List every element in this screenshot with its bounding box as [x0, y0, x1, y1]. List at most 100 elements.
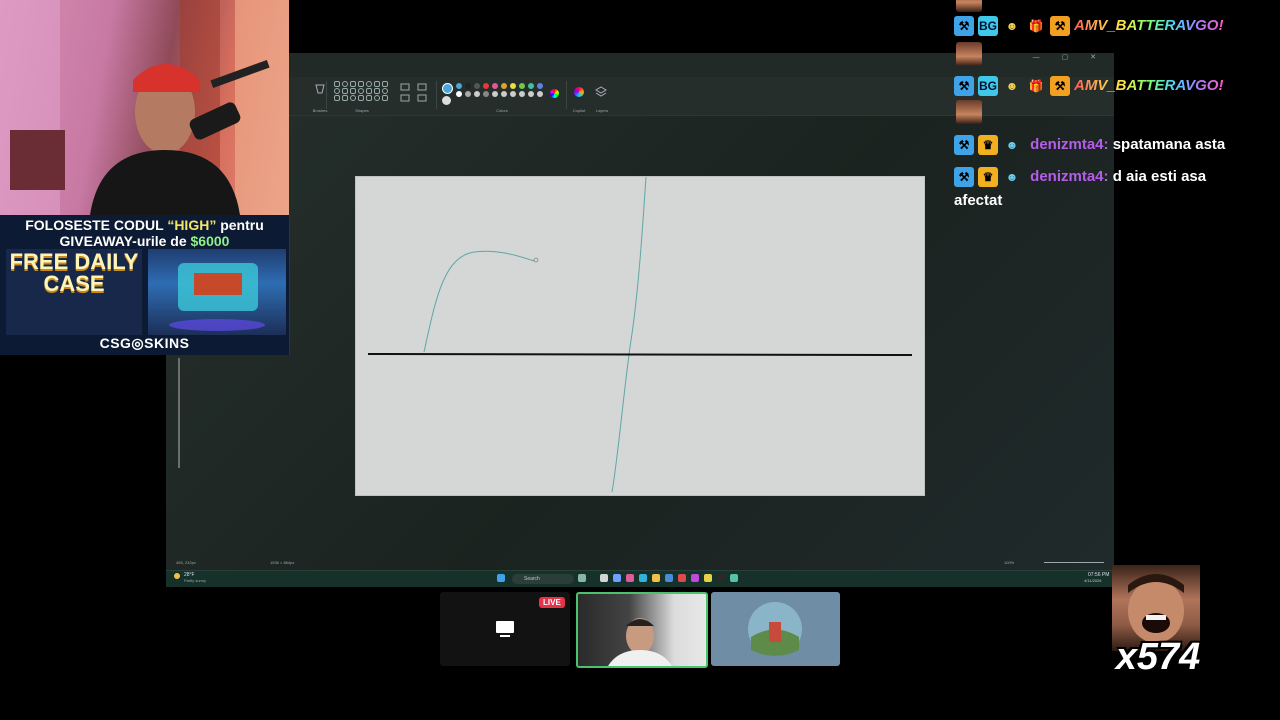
- taskbar-search-label: Search: [524, 576, 540, 582]
- shape-tool[interactable]: [350, 81, 356, 87]
- shape-tool[interactable]: [358, 81, 364, 87]
- color-palette[interactable]: [456, 83, 544, 97]
- shape-tool[interactable]: [334, 95, 340, 101]
- guest-avatar-tile[interactable]: [711, 592, 840, 666]
- layers-icon: [595, 86, 607, 97]
- shape-tool[interactable]: [358, 95, 364, 101]
- edit-colors-icon[interactable]: [550, 89, 559, 98]
- shape-tool[interactable]: [374, 81, 380, 87]
- chat-username[interactable]: AMV_BATTERAVGO!: [1074, 77, 1223, 94]
- shapes-label: Shapes: [355, 108, 369, 113]
- app-icon-1[interactable]: [626, 574, 634, 582]
- taskbar-search[interactable]: Search: [512, 574, 574, 584]
- shape-tool[interactable]: [342, 81, 348, 87]
- sponsor-text: FOLOSESTE CODUL: [25, 217, 168, 233]
- moderator-badge-icon: ⚒: [954, 76, 974, 97]
- color-swatch[interactable]: [528, 83, 534, 89]
- brushes-group[interactable]: Brushes: [310, 81, 330, 113]
- case-icon: [169, 263, 265, 331]
- hammer-badge-icon: ⚒: [1050, 76, 1070, 97]
- shape-tool[interactable]: [358, 88, 364, 94]
- color-swatch[interactable]: [465, 91, 471, 97]
- color-swatch[interactable]: [537, 83, 543, 89]
- color-swatch[interactable]: [474, 83, 480, 89]
- start-icon[interactable]: [497, 574, 505, 582]
- sponsor-giveaway-line: GIVEAWAY-urile de $6000: [0, 233, 289, 249]
- color-swatch[interactable]: [465, 83, 471, 89]
- widgets-icon[interactable]: [600, 574, 608, 582]
- shape-tool[interactable]: [350, 95, 356, 101]
- color-swatch[interactable]: [492, 91, 498, 97]
- outline-fill-group[interactable]: [398, 81, 438, 111]
- chat-username[interactable]: denizmta4:: [1030, 136, 1108, 153]
- color-swatch[interactable]: [510, 83, 516, 89]
- app-icon-4[interactable]: [704, 574, 712, 582]
- shape-tool[interactable]: [366, 81, 372, 87]
- shape-tool[interactable]: [366, 88, 372, 94]
- shape-tool[interactable]: [382, 95, 388, 101]
- colors-group[interactable]: Colors: [442, 81, 562, 113]
- chat-app-icon[interactable]: [613, 574, 621, 582]
- color-swatch[interactable]: [483, 91, 489, 97]
- primary-color[interactable]: [442, 83, 453, 94]
- edge-icon[interactable]: [639, 574, 647, 582]
- shape-tool[interactable]: [374, 88, 380, 94]
- canvas-size: 1536 × 864px: [270, 560, 295, 565]
- chat-overlay: ⚒ BG ☻ 🎁 ⚒ AMV_BATTERAVGO! ⚒ BG ☻ 🎁 ⚒ AMV_BATTERAV…: [950, 0, 1280, 230]
- shape-tool[interactable]: [334, 88, 340, 94]
- shape-tool[interactable]: [334, 81, 340, 87]
- shape-tool[interactable]: [366, 95, 372, 101]
- brushes-label: Brushes: [312, 108, 328, 113]
- shapes-grid[interactable]: [334, 81, 390, 101]
- color-swatch[interactable]: [519, 91, 525, 97]
- chat-message: ⚒ BG ☻ 🎁 ⚒ AMV_BATTERAVGO!: [954, 74, 1274, 98]
- shapes-group[interactable]: Shapes: [334, 81, 390, 113]
- zoom-level[interactable]: 100%: [1004, 560, 1014, 565]
- shape-tool[interactable]: [382, 81, 388, 87]
- shape-tool[interactable]: [342, 88, 348, 94]
- sponsor-banner[interactable]: FOLOSESTE CODUL “HIGH” pentru GIVEAWAY-u…: [0, 215, 290, 355]
- copilot-group[interactable]: Copilot: [570, 81, 588, 113]
- shape-tool[interactable]: [374, 95, 380, 101]
- guest-camera-tile[interactable]: [576, 592, 708, 668]
- bg-badge-icon: BG: [978, 76, 998, 97]
- file-explorer-icon[interactable]: [652, 574, 660, 582]
- chat-username[interactable]: AMV_BATTERAVGO!: [1074, 17, 1223, 34]
- color-swatch[interactable]: [456, 91, 462, 97]
- app-icon-5[interactable]: [717, 574, 725, 582]
- brush-icon: [315, 84, 325, 94]
- shape-tool[interactable]: [350, 88, 356, 94]
- color-swatch[interactable]: [483, 83, 489, 89]
- color-swatch[interactable]: [456, 83, 462, 89]
- color-swatch[interactable]: [474, 91, 480, 97]
- chat-text: spatamana asta: [1112, 136, 1226, 153]
- paint-taskbar-icon[interactable]: [730, 574, 738, 582]
- layers-group[interactable]: Layers: [594, 81, 610, 113]
- color-swatch[interactable]: [528, 91, 534, 97]
- app-icon-3[interactable]: [691, 574, 699, 582]
- avatar: [748, 602, 802, 656]
- store-icon[interactable]: [665, 574, 673, 582]
- stroke-horizontal: [367, 353, 913, 356]
- shape-tool[interactable]: [342, 95, 348, 101]
- zoom-slider[interactable]: [1044, 562, 1104, 563]
- task-view-icon[interactable]: [578, 574, 586, 582]
- color-swatch[interactable]: [519, 83, 525, 89]
- layers-label: Layers: [595, 108, 608, 113]
- chat-text: d aia esti asa: [1112, 168, 1207, 185]
- chat-username[interactable]: denizmta4:: [1030, 168, 1108, 185]
- color-swatch[interactable]: [501, 91, 507, 97]
- secondary-color[interactable]: [442, 96, 451, 105]
- free-daily-case-text: FREE DAILY CASE: [6, 249, 142, 335]
- color-swatch[interactable]: [501, 83, 507, 89]
- color-swatch[interactable]: [537, 91, 543, 97]
- color-swatch[interactable]: [510, 91, 516, 97]
- color-swatch[interactable]: [492, 83, 498, 89]
- sponsor-text: pentru: [216, 217, 264, 233]
- app-icon-2[interactable]: [678, 574, 686, 582]
- paint-canvas[interactable]: [355, 176, 925, 496]
- sponsor-code-line: FOLOSESTE CODUL “HIGH” pentru: [0, 217, 289, 233]
- side-slider[interactable]: [178, 358, 180, 468]
- weather-desc: Partly sunny: [184, 578, 207, 583]
- shape-tool[interactable]: [382, 88, 388, 94]
